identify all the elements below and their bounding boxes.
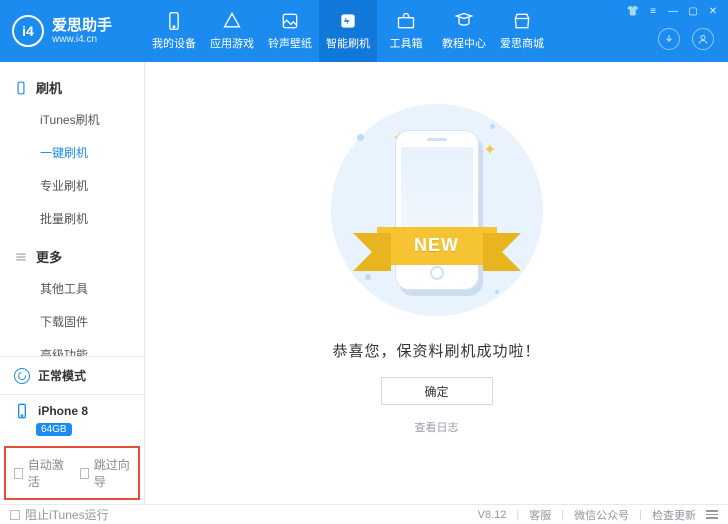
more-group-icon <box>14 250 28 264</box>
logo-area: i4 爱思助手 www.i4.cn <box>0 0 145 62</box>
tab-media[interactable]: 铃声壁纸 <box>261 0 319 62</box>
sidebar-item-oneclick-flash[interactable]: 一键刷机 <box>0 136 144 169</box>
help-icon <box>454 11 474 31</box>
sidebar-group-title: 刷机 <box>36 78 62 97</box>
mode-icon <box>14 368 30 384</box>
success-illustration: ✦ ✦ ✦ NEW <box>331 104 543 316</box>
app-header: i4 爱思助手 www.i4.cn 我的设备 应用游戏 铃声壁纸 智能刷机 工具… <box>0 0 728 62</box>
nav-tabs: 我的设备 应用游戏 铃声壁纸 智能刷机 工具箱 教程中心 爱思商城 <box>145 0 626 62</box>
sidebar-group-more: 更多 <box>0 241 144 272</box>
checkbox-label: 跳过向导 <box>94 456 130 490</box>
sidebar: 刷机 iTunes刷机 一键刷机 专业刷机 批量刷机 更多 其他工具 下载固件 … <box>0 62 145 504</box>
device-icon <box>164 11 184 31</box>
flash-group-icon <box>14 81 28 95</box>
tab-my-device[interactable]: 我的设备 <box>145 0 203 62</box>
phone-illustration-icon <box>395 130 479 290</box>
menu-icon[interactable] <box>706 510 718 519</box>
mode-label: 正常模式 <box>38 367 86 384</box>
sparkle-icon: ✦ <box>483 140 496 160</box>
sidebar-group-title: 更多 <box>36 247 62 266</box>
tab-toolbox[interactable]: 工具箱 <box>377 0 435 62</box>
version-label: V8.12 <box>478 509 507 521</box>
app-url: www.i4.cn <box>52 35 112 45</box>
window-controls: 👕 ≡ — ▢ ✕ <box>626 4 720 18</box>
ok-button[interactable]: 确定 <box>381 377 493 405</box>
logo-text: 爱思助手 www.i4.cn <box>52 18 112 45</box>
wechat-link[interactable]: 微信公众号 <box>574 507 629 523</box>
new-ribbon-icon: NEW <box>377 227 497 265</box>
sidebar-item-download-firmware[interactable]: 下载固件 <box>0 305 144 338</box>
tab-label: 爱思商城 <box>500 35 544 51</box>
tab-store[interactable]: 爱思商城 <box>493 0 551 62</box>
checkbox-box-icon <box>10 510 20 520</box>
device-info[interactable]: iPhone 8 64GB <box>0 395 144 446</box>
sidebar-item-batch-flash[interactable]: 批量刷机 <box>0 202 144 235</box>
close-icon[interactable]: ✕ <box>706 4 720 18</box>
checkbox-label: 自动激活 <box>28 456 64 490</box>
media-icon <box>280 11 300 31</box>
download-icon[interactable] <box>658 28 680 50</box>
checkbox-skip-wizard[interactable]: 跳过向导 <box>80 456 130 490</box>
view-log-link[interactable]: 查看日志 <box>415 419 459 435</box>
device-storage-badge: 64GB <box>36 423 72 436</box>
sidebar-item-other-tools[interactable]: 其他工具 <box>0 272 144 305</box>
tab-label: 我的设备 <box>152 35 196 51</box>
apps-icon <box>222 11 242 31</box>
tab-label: 铃声壁纸 <box>268 35 312 51</box>
app-name: 爱思助手 <box>52 18 112 33</box>
tab-label: 工具箱 <box>390 35 423 51</box>
user-icon[interactable] <box>692 28 714 50</box>
support-link[interactable]: 客服 <box>529 507 551 523</box>
success-message: 恭喜您，保资料刷机成功啦！ <box>332 340 540 361</box>
checkbox-box-icon <box>80 468 89 479</box>
main-panel: ✦ ✦ ✦ NEW 恭喜您，保资料刷机成功啦！ 确定 查看日志 <box>145 62 728 504</box>
tab-tutorials[interactable]: 教程中心 <box>435 0 493 62</box>
tab-flash[interactable]: 智能刷机 <box>319 0 377 62</box>
checkbox-block-itunes[interactable]: 阻止iTunes运行 <box>10 506 109 523</box>
header-right: 👕 ≡ — ▢ ✕ <box>626 0 728 62</box>
phone-icon <box>14 403 30 419</box>
tab-label: 智能刷机 <box>326 35 370 51</box>
logo-badge-icon: i4 <box>12 15 44 47</box>
tab-label: 应用游戏 <box>210 35 254 51</box>
sidebar-group-flash: 刷机 <box>0 72 144 103</box>
menu-icon[interactable]: ≡ <box>646 4 660 18</box>
checkbox-box-icon <box>14 468 23 479</box>
toolbox-icon <box>396 11 416 31</box>
device-name: iPhone 8 <box>38 404 88 418</box>
device-mode[interactable]: 正常模式 <box>0 357 144 395</box>
maximize-icon[interactable]: ▢ <box>686 4 700 18</box>
checkbox-label: 阻止iTunes运行 <box>25 506 109 523</box>
status-bar: 阻止iTunes运行 V8.12 | 客服 | 微信公众号 | 检查更新 <box>0 504 728 524</box>
sidebar-item-advanced[interactable]: 高级功能 <box>0 338 144 356</box>
tab-apps[interactable]: 应用游戏 <box>203 0 261 62</box>
sidebar-item-itunes-flash[interactable]: iTunes刷机 <box>0 103 144 136</box>
tshirt-icon[interactable]: 👕 <box>626 4 640 18</box>
sidebar-footer-options: 自动激活 跳过向导 <box>4 446 140 500</box>
check-update-link[interactable]: 检查更新 <box>652 507 696 523</box>
tab-label: 教程中心 <box>442 35 486 51</box>
minimize-icon[interactable]: — <box>666 4 680 18</box>
ribbon-text: NEW <box>414 235 459 256</box>
store-icon <box>512 11 532 31</box>
sidebar-item-pro-flash[interactable]: 专业刷机 <box>0 169 144 202</box>
checkbox-auto-activate[interactable]: 自动激活 <box>14 456 64 490</box>
flash-icon <box>338 11 358 31</box>
